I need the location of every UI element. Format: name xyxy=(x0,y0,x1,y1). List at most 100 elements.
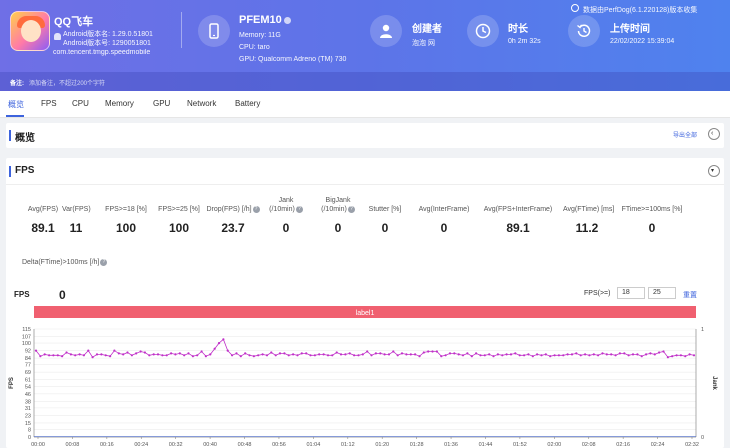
stat-label: BigJank (/10min)? xyxy=(318,196,358,214)
data-point xyxy=(418,355,421,358)
section-accent xyxy=(9,166,11,177)
data-point xyxy=(640,355,643,358)
data-point xyxy=(91,356,94,359)
data-point xyxy=(143,351,146,354)
data-point xyxy=(87,349,90,352)
data-point xyxy=(374,352,377,355)
data-point xyxy=(605,353,608,356)
stat-value: 89.1 xyxy=(506,221,530,235)
data-point xyxy=(95,353,99,356)
data-point xyxy=(549,355,552,358)
stat-value: 0 xyxy=(334,221,342,235)
data-point xyxy=(557,354,561,357)
data-point xyxy=(383,353,386,356)
data-point xyxy=(139,350,142,353)
stat-value: 0 xyxy=(282,221,290,235)
device-cpu: CPU: taro xyxy=(239,44,270,51)
data-point xyxy=(122,353,125,356)
header-divider xyxy=(181,12,182,48)
data-point xyxy=(636,353,639,356)
data-point xyxy=(618,352,622,355)
fps-title: FPS xyxy=(15,165,35,176)
data-point xyxy=(505,353,508,356)
help-icon[interactable]: ? xyxy=(295,205,303,213)
y-tick-label: 61 xyxy=(25,378,31,384)
x-tick-label: 01:04 xyxy=(306,442,320,448)
export-all-link[interactable]: 导出全部 xyxy=(673,130,697,139)
x-tick-label: 02:00 xyxy=(547,442,561,448)
data-point xyxy=(278,352,282,355)
help-icon[interactable]: ? xyxy=(100,258,108,266)
data-point xyxy=(213,347,216,350)
android-icon xyxy=(54,33,61,40)
chevron-down-icon[interactable]: ▾ xyxy=(708,165,720,177)
x-tick-label: 02:08 xyxy=(582,442,596,448)
data-point xyxy=(688,353,691,356)
data-point xyxy=(461,354,465,357)
remark-input[interactable]: 添加备注，不超过200个字符 xyxy=(29,78,105,87)
x-tick-label: 00:56 xyxy=(272,442,286,448)
stat-label: Avg(FPS+InterFrame) xyxy=(483,206,553,213)
y-tick-label: 0 xyxy=(28,435,31,441)
stat-label: FPS>=25 [%] xyxy=(158,206,200,213)
data-point xyxy=(326,354,330,357)
data-point xyxy=(405,353,408,356)
tab-overview[interactable]: 概览 xyxy=(8,99,24,110)
data-point xyxy=(466,352,469,355)
data-point xyxy=(65,351,68,354)
threshold-low-input[interactable]: 18 xyxy=(617,287,645,299)
data-point xyxy=(204,355,207,358)
data-point xyxy=(191,355,194,358)
data-point xyxy=(414,353,417,356)
chart-title: FPS xyxy=(14,290,30,299)
data-point xyxy=(540,354,543,357)
stat-5: Jank (/10min)? 0 xyxy=(268,195,304,235)
y2-tick-label: 0 xyxy=(701,435,704,441)
stat-label: Delta(FTime)>100ms [/h]? xyxy=(22,258,122,267)
data-point xyxy=(531,355,534,358)
threshold-label: FPS(>=) xyxy=(584,290,611,297)
stat-6: BigJank (/10min)? 0 xyxy=(318,195,358,235)
info-icon[interactable] xyxy=(283,16,291,24)
history-icon xyxy=(568,15,600,47)
data-point xyxy=(387,353,391,356)
help-icon[interactable]: ? xyxy=(347,205,355,213)
data-point xyxy=(671,355,674,358)
tab-gpu[interactable]: GPU xyxy=(153,99,170,108)
tab-network[interactable]: Network xyxy=(187,99,216,108)
fps-chart[interactable]: label1 0 815 23313846 5461 69778492 100107 115 F… xyxy=(6,303,724,448)
duration-title: 时长 xyxy=(508,24,528,35)
source-note: 数据由PerfDog(6.1.220128)版本收集 xyxy=(583,7,698,14)
tab-cpu[interactable]: CPU xyxy=(72,99,89,108)
data-point xyxy=(597,354,600,357)
tab-fps[interactable]: FPS xyxy=(41,99,57,108)
data-point xyxy=(178,352,181,355)
data-point xyxy=(235,352,238,355)
data-point xyxy=(270,351,273,354)
tab-battery[interactable]: Battery xyxy=(235,99,260,108)
chevron-left-icon[interactable]: ‹ xyxy=(708,128,720,140)
stat-11: FTime>=100ms [%] 0 xyxy=(619,195,685,235)
stat-value: 0 xyxy=(648,221,656,235)
data-point xyxy=(217,342,221,345)
data-point xyxy=(509,353,513,356)
data-point xyxy=(248,354,251,357)
data-point xyxy=(592,353,595,356)
data-point xyxy=(130,354,133,357)
data-point xyxy=(274,354,277,357)
x-tick-label: 02:16 xyxy=(616,442,630,448)
y-tick-label: 38 xyxy=(25,399,31,405)
reset-link[interactable]: 重置 xyxy=(683,290,697,300)
stat-label: Stutter [%] xyxy=(368,206,402,213)
data-point xyxy=(675,354,678,357)
tab-memory[interactable]: Memory xyxy=(105,99,134,108)
data-point xyxy=(544,353,547,356)
x-tick-label: 00:00 xyxy=(31,442,45,448)
data-point xyxy=(422,351,425,354)
help-icon[interactable]: ? xyxy=(252,205,260,213)
threshold-high-input[interactable]: 25 xyxy=(648,287,676,299)
duration-value: 0h 2m 32s xyxy=(508,38,541,45)
series-line xyxy=(35,338,695,358)
data-point xyxy=(52,354,55,357)
section-accent xyxy=(9,130,11,141)
